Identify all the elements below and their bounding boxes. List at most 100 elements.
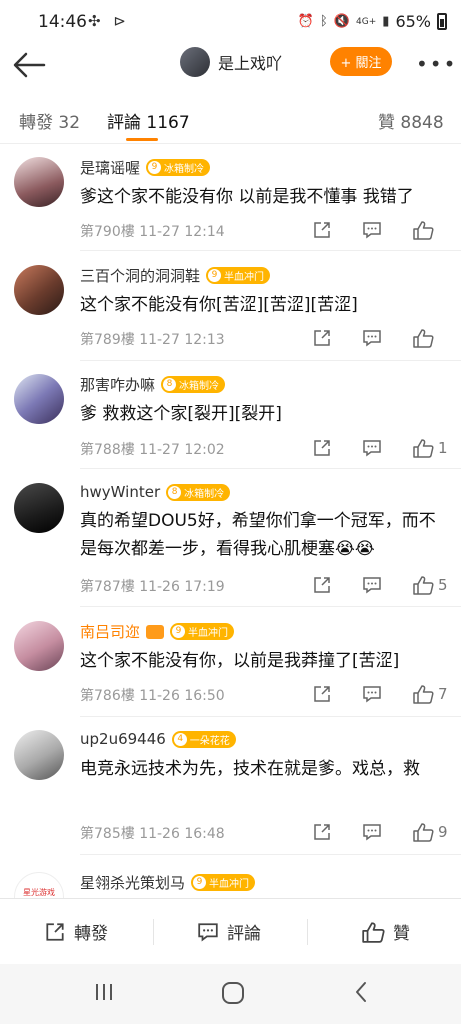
comment-text: 电竞永远技术为先，技术在就是爹。戏总，救 xyxy=(80,759,420,779)
comment-button[interactable]: 評論 xyxy=(197,919,261,944)
like-button[interactable]: 5 xyxy=(412,573,461,597)
fan-badge: 9 冰箱制冷 xyxy=(146,159,211,176)
like-icon xyxy=(413,221,434,240)
back-arrow-icon xyxy=(13,52,46,78)
mute-icon: 🔇 xyxy=(333,14,351,29)
floor-number: 第787樓 xyxy=(80,579,135,595)
avatar[interactable] xyxy=(14,730,64,780)
author-avatar[interactable] xyxy=(180,47,210,77)
repost-icon[interactable] xyxy=(312,573,362,597)
repost-icon[interactable] xyxy=(312,326,362,350)
repost-icon[interactable] xyxy=(312,218,362,242)
status-bar: 14:46 ✣ ⊳ ⏰ ᛒ 🔇 4G+ ▮ 65% xyxy=(0,0,461,44)
divider xyxy=(80,716,461,717)
comment-author[interactable]: 南吕司迩 xyxy=(80,621,140,642)
divider xyxy=(80,606,461,607)
repost-label: 轉發 xyxy=(74,924,108,944)
divider xyxy=(307,919,308,945)
like-button[interactable]: 7 xyxy=(412,682,461,706)
fan-badge: 9 半血冲门 xyxy=(191,874,256,891)
avatar[interactable] xyxy=(14,374,64,424)
signal-icon: ▮ xyxy=(382,14,390,29)
post-author[interactable]: 是上戏吖 xyxy=(180,47,282,77)
comment-meta: 第785樓 11-26 16:48 xyxy=(80,823,225,843)
bluetooth-icon: ᛒ xyxy=(320,14,328,29)
repost-icon[interactable] xyxy=(312,820,362,844)
follow-button[interactable]: + 關注 xyxy=(330,47,392,76)
divider xyxy=(80,854,461,855)
divider xyxy=(80,360,461,361)
like-icon xyxy=(362,921,385,943)
more-icon[interactable]: ••• xyxy=(416,52,457,76)
comment-author[interactable]: up2u69446 xyxy=(80,730,166,748)
recents-button[interactable] xyxy=(92,980,116,1008)
comment-time: 11-27 12:14 xyxy=(139,224,225,240)
tab-comments[interactable]: 評論 1167 xyxy=(107,108,190,133)
comment-icon[interactable] xyxy=(362,436,412,460)
comment-icon[interactable] xyxy=(362,820,412,844)
comment-icon[interactable] xyxy=(362,218,412,242)
tab-repost[interactable]: 轉發 32 xyxy=(19,108,80,133)
tab-likes[interactable]: 贊 8848 xyxy=(378,108,444,133)
comment-icon[interactable] xyxy=(362,326,412,350)
home-icon xyxy=(222,982,244,1004)
like-icon xyxy=(413,823,434,842)
comment-author[interactable]: 那害咋办嘛 xyxy=(80,374,155,395)
avatar[interactable] xyxy=(14,157,64,207)
like-button[interactable]: 1 xyxy=(412,436,461,460)
like-icon xyxy=(413,329,434,348)
comment-time: 11-26 16:50 xyxy=(139,688,225,704)
divider xyxy=(153,919,154,945)
like-icon xyxy=(413,576,434,595)
comment-author[interactable]: hwyWinter xyxy=(80,483,160,501)
repost-icon[interactable] xyxy=(312,436,362,460)
comment-meta: 第786樓 11-26 16:50 xyxy=(80,685,225,705)
fan-badge: 9 半血冲门 xyxy=(170,623,235,640)
fan-badge: 4 一朵花花 xyxy=(171,730,236,748)
author-name[interactable]: 是上戏吖 xyxy=(218,50,282,74)
comment-icon[interactable] xyxy=(362,573,412,597)
comment-author[interactable]: 星翎杀光策划马 xyxy=(80,872,185,893)
like-button[interactable] xyxy=(412,326,461,350)
like-button[interactable]: 贊 xyxy=(361,919,410,944)
fan-badge: 9 半血冲门 xyxy=(206,267,271,284)
network-type: 4G+ xyxy=(356,16,377,27)
bottom-action-bar: 轉發 評論 贊 xyxy=(0,898,461,964)
comment-text: 爹 救救这个家[裂开][裂开] xyxy=(80,404,282,424)
avatar[interactable] xyxy=(14,265,64,315)
like-label: 贊 xyxy=(393,924,410,944)
comment-author[interactable]: 是璃谣喔 xyxy=(80,157,140,178)
back-icon xyxy=(356,982,366,1002)
divider xyxy=(80,468,461,469)
status-time: 14:46 xyxy=(38,12,87,32)
like-button[interactable] xyxy=(412,218,461,242)
comment-label: 評論 xyxy=(227,924,261,944)
comment-icon[interactable] xyxy=(362,682,412,706)
comment-author[interactable]: 三百个洞的洞洞鞋 xyxy=(80,265,200,286)
floor-number: 第789樓 xyxy=(80,332,135,348)
fan-badge: 8 冰箱制冷 xyxy=(161,376,226,393)
divider xyxy=(80,250,461,251)
avatar[interactable]: 星光游戏 xyxy=(14,872,64,898)
comment-list[interactable]: 是璃谣喔 9 冰箱制冷 爹这个家不能没有你 以前是我不懂事 我错了 第790樓 1… xyxy=(0,145,461,898)
like-button[interactable]: 9 xyxy=(412,820,461,844)
notification-icons: ✣ ⊳ xyxy=(88,12,130,30)
floor-number: 第786樓 xyxy=(80,688,135,704)
repost-button[interactable]: 轉發 xyxy=(44,919,108,944)
like-icon xyxy=(413,439,434,458)
comment-text: 这个家不能没有你[苦涩][苦涩][苦涩] xyxy=(80,295,358,315)
recents-icon xyxy=(96,984,112,1000)
fan-badge: 8 冰箱制冷 xyxy=(166,483,231,501)
repost-icon xyxy=(46,922,64,941)
nav-bar: 是上戏吖 + 關注 ••• xyxy=(0,44,461,90)
comment-text: 这个家不能没有你，以前是我莽撞了[苦涩] xyxy=(80,651,400,671)
home-button[interactable] xyxy=(220,980,246,1010)
repost-icon[interactable] xyxy=(312,682,362,706)
back-button[interactable] xyxy=(10,48,48,82)
avatar[interactable] xyxy=(14,483,64,533)
comment-time: 11-27 12:02 xyxy=(139,442,225,458)
comment-text: 爹这个家不能没有你 以前是我不懂事 我错了 xyxy=(80,187,414,207)
tab-bar: 轉發 32 評論 1167 贊 8848 xyxy=(0,96,461,144)
avatar[interactable] xyxy=(14,621,64,671)
system-back-button[interactable] xyxy=(350,980,374,1008)
